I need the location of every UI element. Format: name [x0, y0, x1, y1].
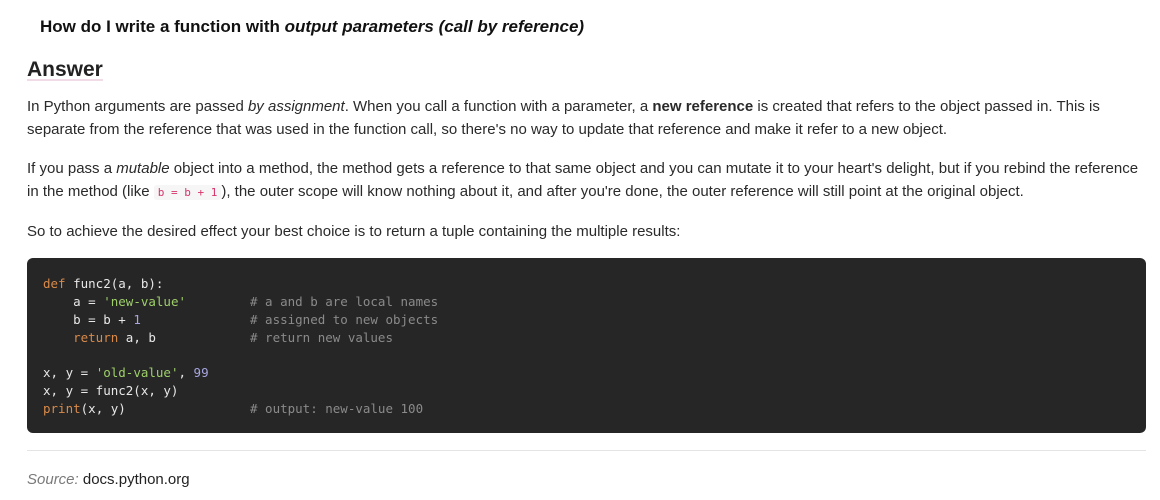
question-text: How do I write a function with: [40, 17, 285, 36]
code-text: x, y = func2(x, y): [43, 383, 179, 398]
code-block[interactable]: def func2(a, b): a = 'new-value' # a and…: [27, 258, 1146, 433]
code-text: func2(a, b):: [65, 276, 164, 291]
question-emphasis: output parameters (call by reference): [284, 17, 585, 36]
inline-code: b = b + 1: [153, 185, 222, 200]
code-line-5: x, y = 'old-value', 99: [43, 364, 1146, 382]
code-keyword: def: [43, 276, 66, 291]
code-comment: # assigned to new objects: [250, 312, 439, 327]
source-citation: Source: docs.python.org: [27, 471, 190, 488]
code-line-6: x, y = func2(x, y): [43, 382, 1146, 400]
code-text: a, b: [118, 330, 156, 345]
code-comment: # return new values: [250, 330, 393, 345]
code-keyword: print: [43, 401, 81, 416]
code-text: x, y =: [43, 365, 96, 380]
page: How do I write a function with output pa…: [0, 0, 1160, 500]
code-string: 'new-value': [103, 294, 187, 309]
source-link[interactable]: docs.python.org: [79, 471, 190, 488]
divider: [27, 450, 1146, 451]
answer-paragraph-3: So to achieve the desired effect your be…: [27, 223, 681, 240]
p2-text-3: ), the outer scope will know nothing abo…: [221, 183, 1024, 200]
code-text: ,: [178, 365, 194, 380]
code-string: 'old-value': [95, 365, 179, 380]
p1-strong: new reference: [652, 98, 754, 115]
code-line-3: b = b + 1 # assigned to new objects: [43, 311, 1146, 329]
p1-emphasis: by assignment: [247, 98, 345, 115]
code-text: (x, y): [80, 401, 126, 416]
code-number: 1: [133, 312, 141, 327]
p2-text-1: If you pass a: [27, 160, 117, 177]
code-line-4: return a, b # return new values: [43, 329, 1146, 347]
code-line-1: def func2(a, b):: [43, 275, 1146, 293]
p2-emphasis: mutable: [116, 160, 170, 177]
code-number: 99: [193, 365, 209, 380]
code-text: a =: [43, 294, 104, 309]
answer-paragraph-2: If you pass a mutable object into a meth…: [27, 157, 1142, 204]
code-line-7: print(x, y) # output: new-value 100: [43, 400, 1146, 418]
code-text: b = b +: [43, 312, 134, 327]
code-comment: # output: new-value 100: [250, 401, 424, 416]
answer-heading: Answer: [27, 58, 103, 81]
code-keyword: return: [73, 330, 119, 345]
p1-text-1: In Python arguments are passed: [27, 98, 248, 115]
source-label: Source:: [27, 471, 79, 488]
code-comment: # a and b are local names: [250, 294, 439, 309]
p1-text-2: . When you call a function with a parame…: [344, 98, 653, 115]
code-line-2: a = 'new-value' # a and b are local name…: [43, 293, 1146, 311]
answer-paragraph-1: In Python arguments are passed by assign…: [27, 95, 1142, 141]
question-title: How do I write a function with output pa…: [40, 17, 584, 37]
